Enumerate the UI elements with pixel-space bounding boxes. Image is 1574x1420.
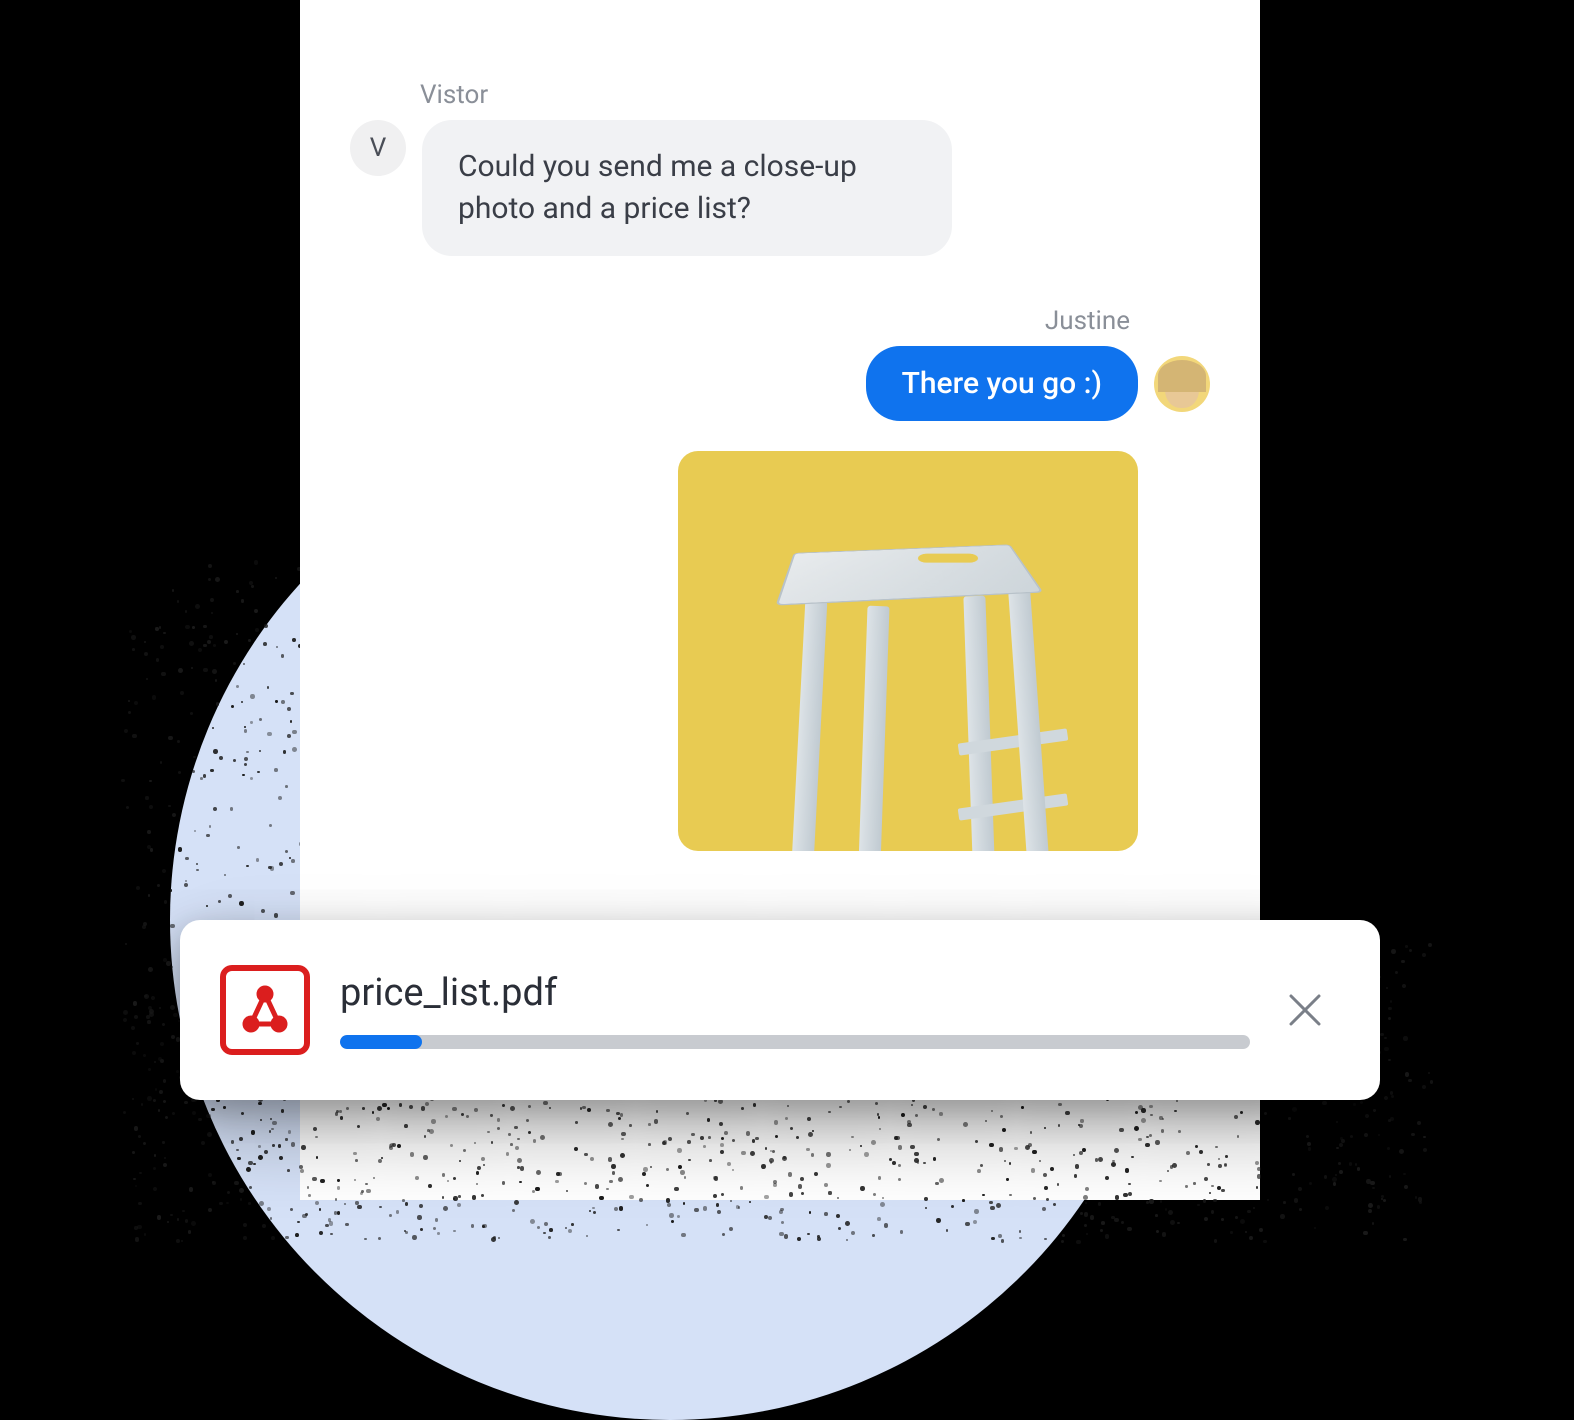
upload-progress-fill bbox=[340, 1035, 422, 1049]
visitor-message-bubble[interactable]: Could you send me a close-up photo and a… bbox=[422, 120, 952, 256]
agent-avatar[interactable] bbox=[1154, 356, 1210, 412]
cancel-upload-button[interactable] bbox=[1280, 985, 1330, 1035]
product-stool-illustration bbox=[758, 501, 1058, 851]
upload-filename: price_list.pdf bbox=[340, 971, 1250, 1015]
visitor-message-text: Could you send me a close-up photo and a… bbox=[458, 146, 916, 230]
visitor-avatar[interactable]: V bbox=[350, 120, 406, 176]
upload-progress-bar bbox=[340, 1035, 1250, 1049]
agent-message-text: There you go :) bbox=[902, 366, 1102, 401]
visitor-name-label: Vistor bbox=[420, 80, 1210, 110]
visitor-message-group: Vistor V Could you send me a close-up ph… bbox=[350, 80, 1210, 256]
visitor-initial: V bbox=[370, 133, 387, 163]
attachment-image[interactable] bbox=[678, 451, 1138, 851]
close-icon bbox=[1287, 992, 1323, 1028]
pdf-icon bbox=[220, 965, 310, 1055]
file-upload-card: price_list.pdf bbox=[180, 920, 1380, 1100]
agent-message-bubble[interactable]: There you go :) bbox=[866, 346, 1138, 421]
agent-name-label: Justine bbox=[1045, 306, 1130, 336]
agent-message-group: Justine There you go :) bbox=[350, 306, 1210, 851]
